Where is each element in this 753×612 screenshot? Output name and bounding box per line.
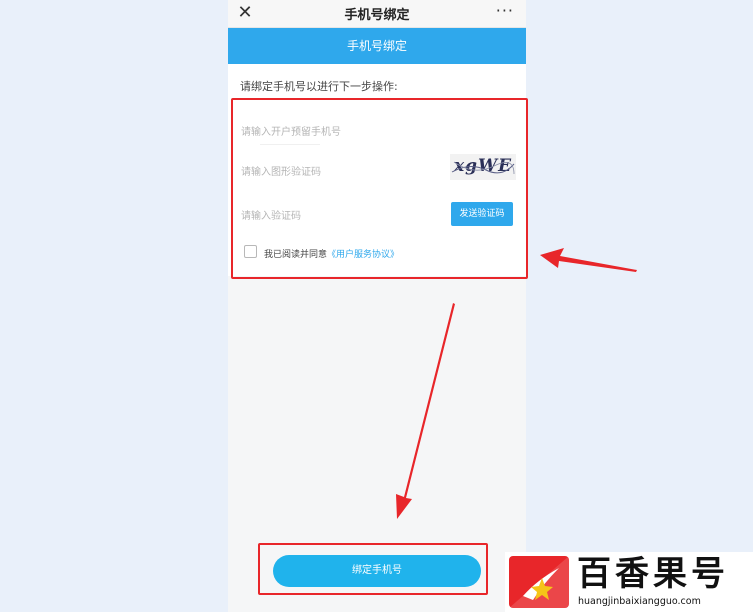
window-title: 手机号绑定 (344, 8, 410, 23)
brand-logo (509, 556, 569, 608)
instruction-text: 请绑定手机号以进行下一步操作: (240, 80, 398, 93)
top-navigation-bar: ✕ 手机号绑定 ··· (228, 0, 526, 28)
form-highlight-box (231, 98, 528, 279)
brand-name: 百香果号 (577, 554, 729, 594)
more-options-icon[interactable]: ··· (496, 2, 514, 20)
phone-screen: ✕ 手机号绑定 ··· 手机号绑定 请绑定手机号以进行下一步操作: 请输入开户预… (228, 0, 526, 612)
page-header: 手机号绑定 (228, 28, 526, 64)
arrow-to-form (540, 248, 637, 272)
watermark: 百香果号 huangjinbaixiangguo.com (505, 552, 753, 612)
brand-url: huangjinbaixiangguo.com (578, 596, 701, 607)
button-highlight-box (258, 543, 488, 595)
